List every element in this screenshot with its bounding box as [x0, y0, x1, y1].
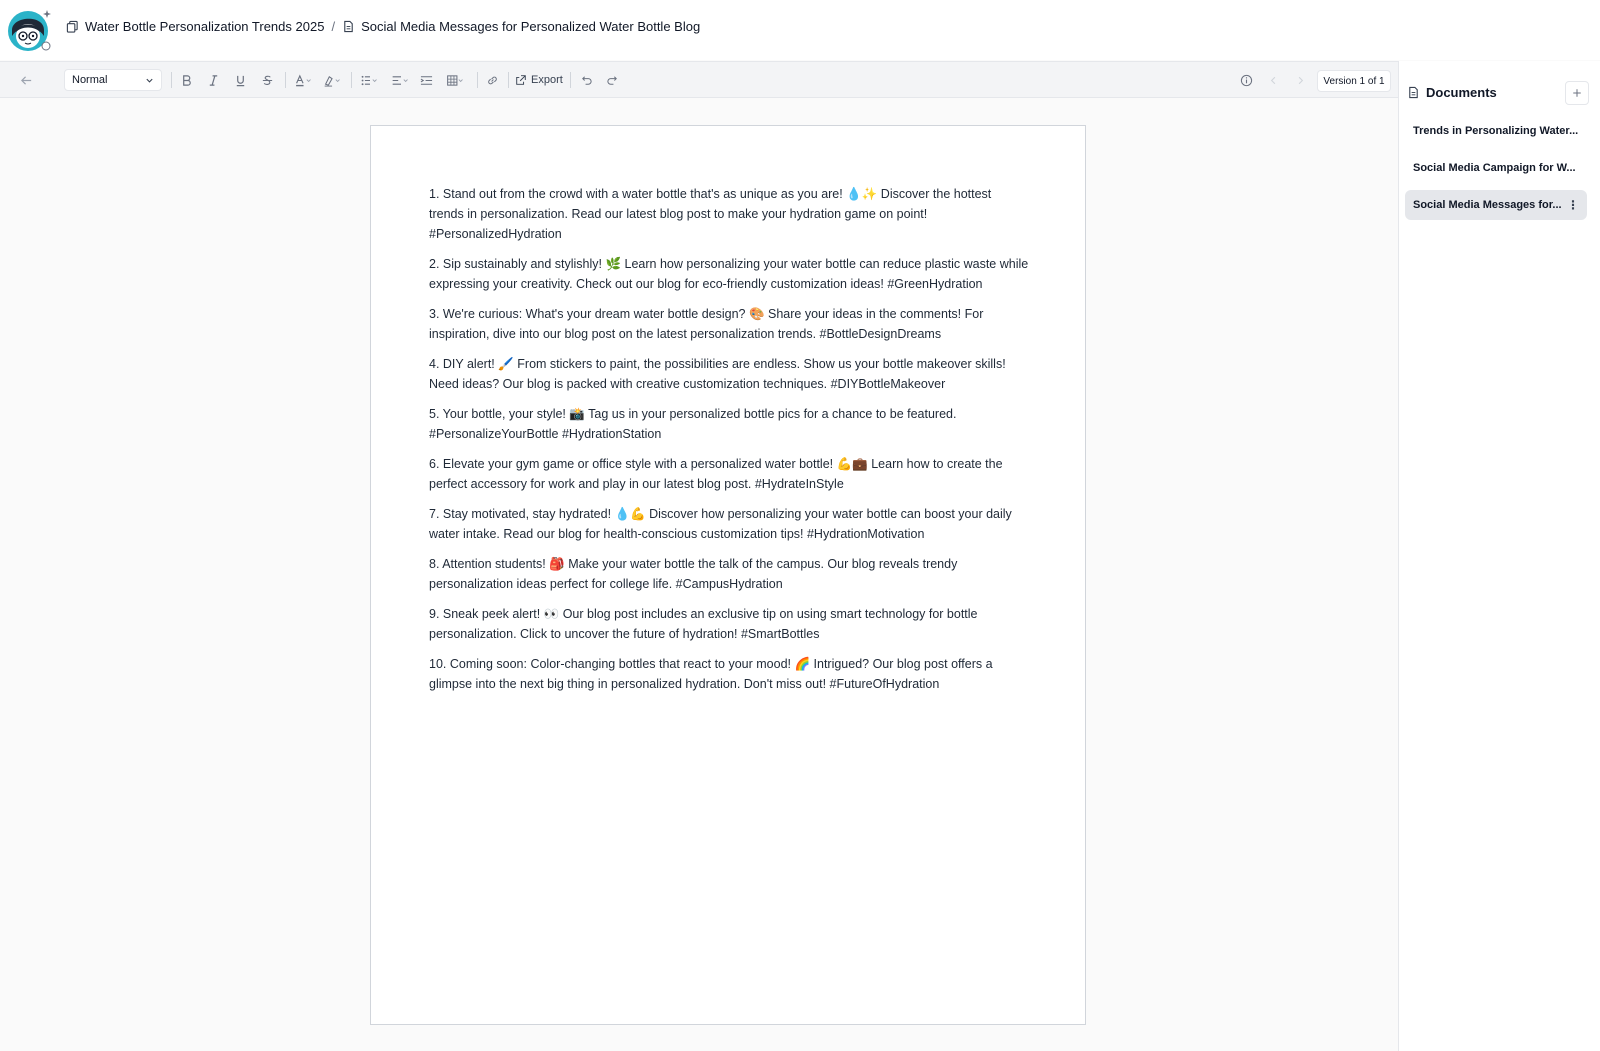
- paragraph-style-value: Normal: [72, 74, 108, 86]
- project-title: Water Bottle Personalization Trends 2025: [85, 19, 325, 34]
- link-icon: [487, 76, 497, 84]
- paragraph[interactable]: 3. We're curious: What's your dream wate…: [429, 304, 1029, 344]
- highlight-icon: [324, 75, 340, 87]
- chevron-left-icon: [1270, 76, 1275, 84]
- next-version-button[interactable]: [1292, 70, 1308, 90]
- toolbar-divider: [570, 72, 571, 88]
- paragraph[interactable]: 1. Stand out from the crowd with a water…: [429, 184, 1029, 244]
- kebab-icon[interactable]: ⋮: [1567, 198, 1579, 212]
- copy-icon: [66, 20, 78, 33]
- sidebar-item-document[interactable]: Trends in Personalizing Water...: [1405, 116, 1587, 146]
- paragraph[interactable]: 7. Stay motivated, stay hydrated! 💧💪 Dis…: [429, 504, 1029, 544]
- strikethrough-button[interactable]: [259, 70, 275, 90]
- sidebar-item-label: Trends in Personalizing Water...: [1413, 125, 1579, 137]
- italic-icon: [209, 74, 217, 86]
- paragraph[interactable]: 2. Sip sustainably and stylishly! 🌿 Lear…: [429, 254, 1029, 294]
- sidebar-item-label: Social Media Campaign for W...: [1413, 162, 1576, 174]
- table-icon: [447, 74, 463, 86]
- file-icon: [1409, 86, 1418, 99]
- redo-button[interactable]: [604, 70, 620, 90]
- document-page[interactable]: 1. Stand out from the crowd with a water…: [370, 125, 1086, 1025]
- toolbar-divider: [477, 72, 478, 88]
- export-label: Export: [531, 74, 563, 86]
- breadcrumb-project[interactable]: Water Bottle Personalization Trends 2025: [66, 19, 324, 34]
- strikethrough-icon: [262, 75, 272, 85]
- paragraph[interactable]: 5. Your bottle, your style! 📸 Tag us in …: [429, 404, 1029, 444]
- list-icon: [361, 75, 377, 85]
- text-color-icon: [296, 73, 311, 86]
- paragraph[interactable]: 4. DIY alert! 🖌️ From stickers to paint,…: [429, 354, 1029, 394]
- documents-sidebar: Documents Trends in Personalizing Water.…: [1398, 61, 1600, 1051]
- toolbar-divider: [171, 72, 172, 88]
- top-header: Water Bottle Personalization Trends 2025…: [0, 0, 1600, 60]
- info-button[interactable]: [1238, 70, 1254, 90]
- indent-icon: [420, 75, 432, 85]
- document-content[interactable]: 1. Stand out from the crowd with a water…: [429, 184, 1029, 704]
- chevron-right-icon: [1298, 76, 1303, 84]
- italic-button[interactable]: [205, 70, 221, 90]
- underline-button[interactable]: [232, 70, 248, 90]
- toolbar-divider: [351, 72, 352, 88]
- export-icon: [516, 75, 526, 85]
- undo-icon: [581, 75, 592, 85]
- version-indicator[interactable]: Version 1 of 1: [1317, 70, 1391, 92]
- avatar-illustration-icon: [8, 10, 51, 51]
- link-button[interactable]: [484, 70, 500, 90]
- back-button[interactable]: [18, 70, 34, 90]
- highlight-button[interactable]: [321, 70, 345, 90]
- breadcrumb-separator: /: [331, 19, 336, 34]
- redo-icon: [606, 75, 617, 85]
- table-button[interactable]: [444, 70, 468, 90]
- breadcrumb: Water Bottle Personalization Trends 2025…: [66, 19, 700, 34]
- back-arrow-icon: [20, 75, 31, 85]
- editor-toolbar: Normal Export Version 1 of 1: [0, 61, 1398, 98]
- paragraph[interactable]: 10. Coming soon: Color-changing bottles …: [429, 654, 1029, 694]
- undo-button[interactable]: [578, 70, 594, 90]
- list-button[interactable]: [358, 70, 382, 90]
- paragraph[interactable]: 9. Sneak peek alert! 👀 Our blog post inc…: [429, 604, 1029, 644]
- sidebar-item-document[interactable]: Social Media Campaign for W...: [1405, 153, 1587, 183]
- sidebar-header: Documents: [1407, 85, 1497, 100]
- info-icon: [1240, 74, 1252, 86]
- add-document-button[interactable]: [1565, 81, 1589, 105]
- document-title: Social Media Messages for Personalized W…: [361, 19, 701, 34]
- sidebar-title: Documents: [1426, 85, 1497, 100]
- toolbar-divider: [285, 72, 286, 88]
- underline-icon: [236, 75, 244, 86]
- text-color-button[interactable]: [292, 70, 316, 90]
- paragraph[interactable]: 8. Attention students! 🎒 Make your water…: [429, 554, 1029, 594]
- paragraph[interactable]: 6. Elevate your gym game or office style…: [429, 454, 1029, 494]
- version-label: Version 1 of 1: [1323, 75, 1385, 87]
- align-button[interactable]: [389, 70, 413, 90]
- align-icon: [392, 75, 408, 85]
- toolbar-divider: [508, 72, 509, 88]
- previous-version-button[interactable]: [1265, 70, 1281, 90]
- export-button[interactable]: Export: [515, 70, 563, 90]
- sidebar-item-document-active[interactable]: Social Media Messages for... ⋮: [1405, 190, 1587, 220]
- breadcrumb-document[interactable]: Social Media Messages for Personalized W…: [342, 19, 700, 34]
- sidebar-item-label: Social Media Messages for...: [1413, 199, 1562, 211]
- avatar[interactable]: [6, 6, 54, 54]
- indent-button[interactable]: [418, 70, 434, 90]
- plus-icon: [1573, 89, 1581, 97]
- bold-button[interactable]: [178, 70, 194, 90]
- chevron-down-icon: [146, 78, 153, 83]
- file-icon: [344, 20, 353, 33]
- bold-icon: [182, 74, 191, 86]
- paragraph-style-select[interactable]: Normal: [64, 69, 162, 91]
